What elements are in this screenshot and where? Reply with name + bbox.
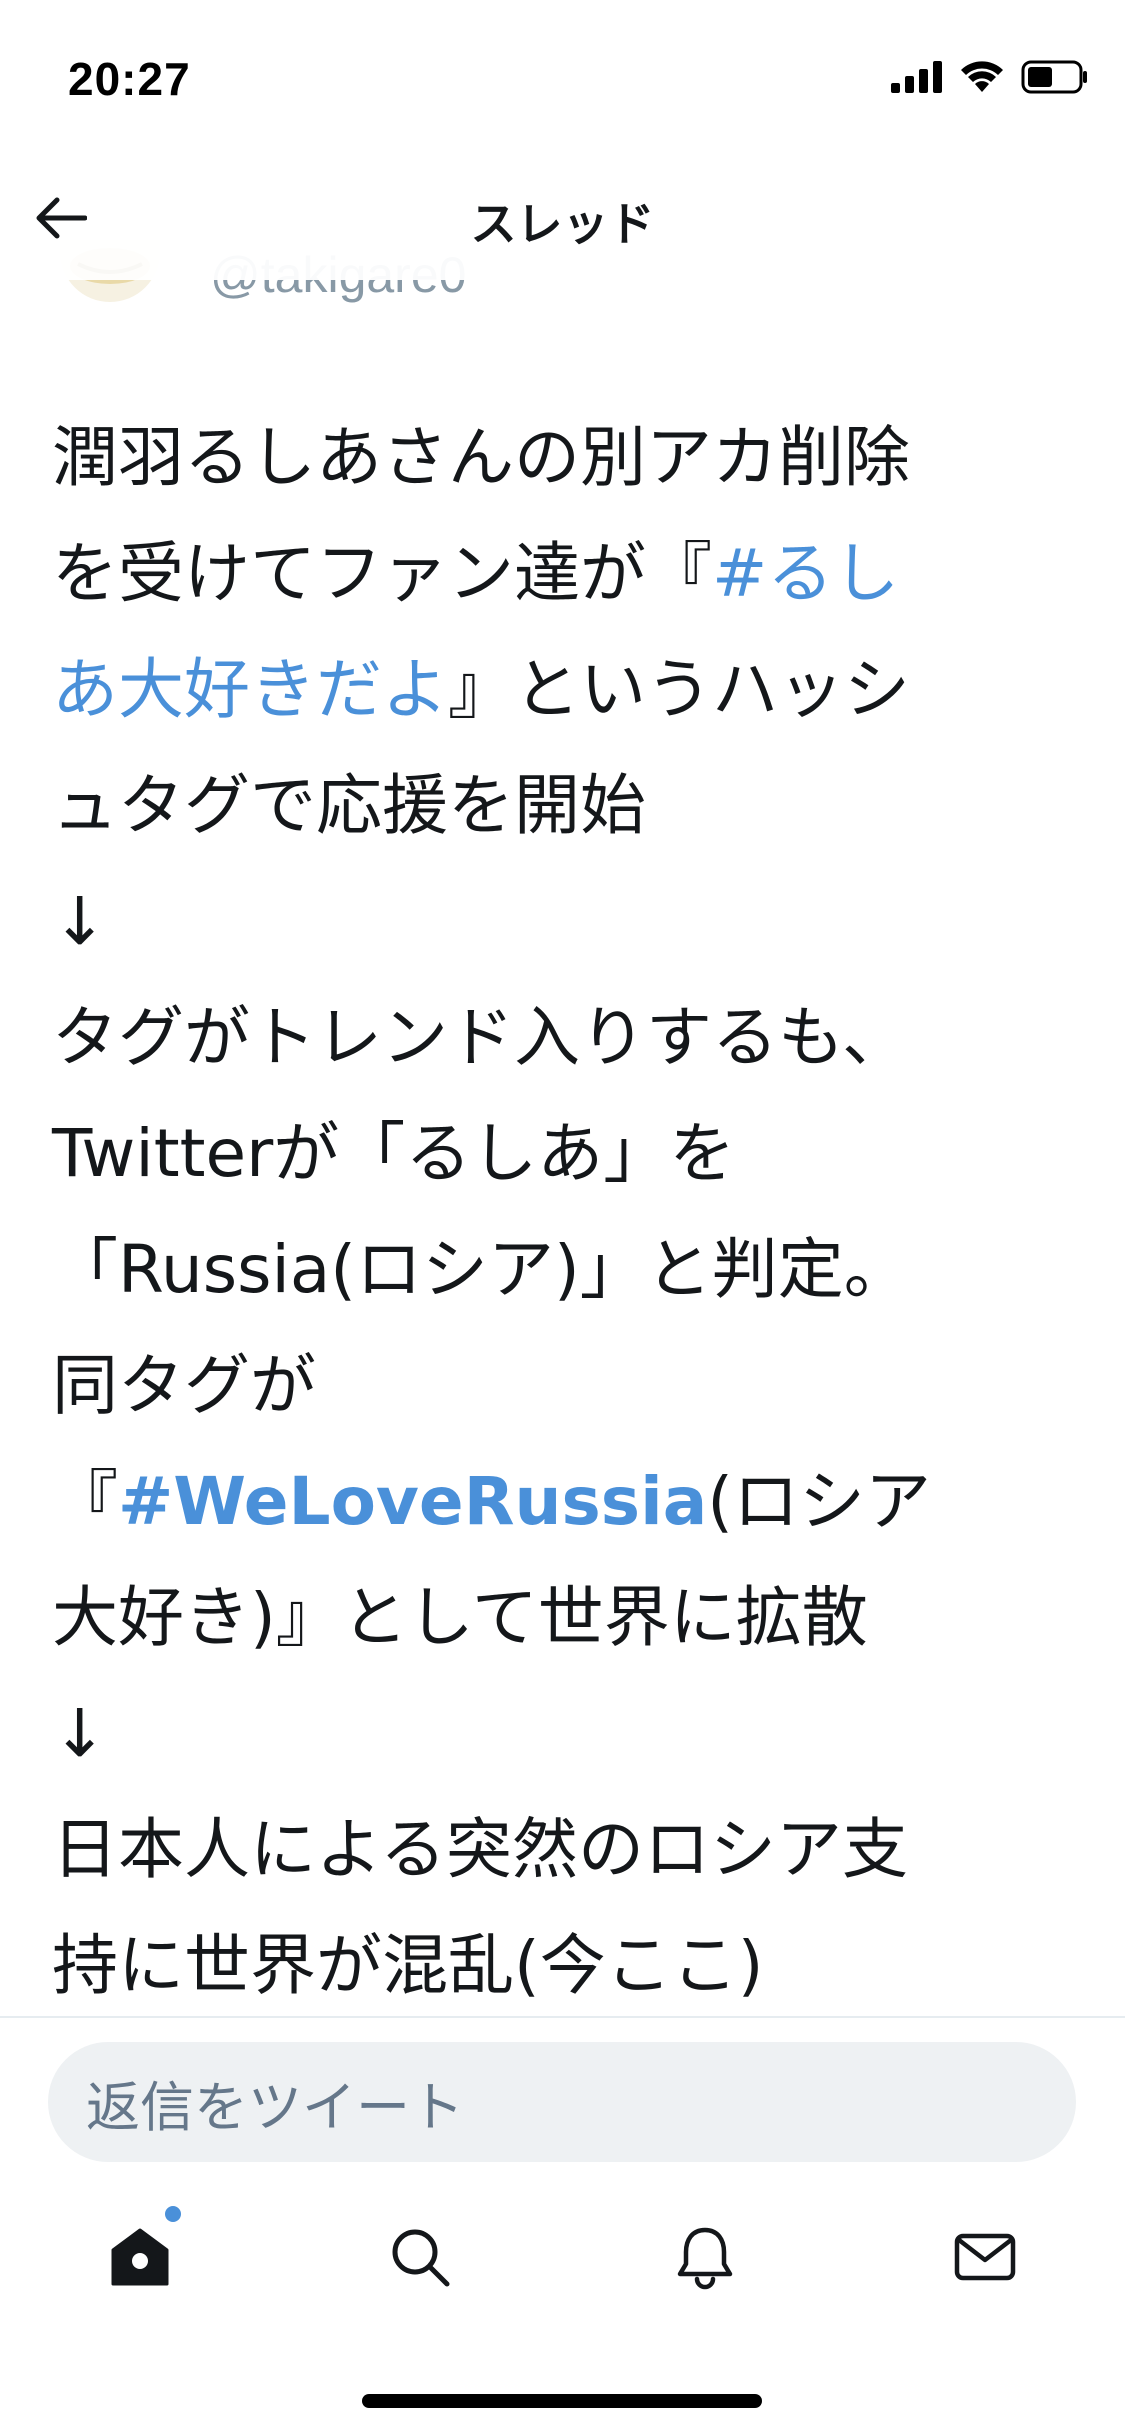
tweet-text-span: 「Russia(ロシア)」と判定。 <box>52 1231 910 1308</box>
hashtag-link[interactable]: あ大好きだよ <box>52 651 448 728</box>
tweet-text-span: ↓ <box>52 883 108 960</box>
tab-messages[interactable] <box>940 2212 1030 2302</box>
tweet-text-span: タグがトレンド入りするも、 <box>52 999 909 1076</box>
tweet-line: ュタグで応援を開始 <box>52 748 1082 864</box>
tweet-text-span: を受けてファン達が『 <box>52 535 712 612</box>
tweet-text-span: ュタグで応援を開始 <box>52 767 646 844</box>
tweet-line: 日本人による突然のロシア支 <box>52 1792 1082 1908</box>
home-indicator[interactable] <box>362 2394 762 2408</box>
tweet-text-span: 』というハッシ <box>448 651 910 728</box>
hashtag-link[interactable]: #WeLoveRussia <box>118 1463 707 1540</box>
notification-dot <box>165 2206 181 2222</box>
search-icon <box>392 2229 450 2287</box>
reply-placeholder: 返信をツイート <box>86 2075 464 2139</box>
tab-home[interactable] <box>95 2206 185 2302</box>
tweet-line: 「Russia(ロシア)」と判定。 <box>52 1212 1082 1328</box>
tab-search[interactable] <box>375 2212 465 2302</box>
tweet-text-span: 持に世界が混乱(今ここ) <box>52 1927 764 2004</box>
tweet-line: 同タグが <box>52 1328 1082 1444</box>
page-title: スレッド <box>470 197 655 251</box>
battery-icon <box>1021 60 1087 94</box>
tweet-line: 『#WeLoveRussia(ロシア <box>52 1444 1082 1560</box>
hashtag-link[interactable]: #るし <box>712 535 899 612</box>
signal-icon <box>891 61 942 93</box>
tweet-line: タグがトレンド入りするも、 <box>52 980 1082 1096</box>
tweet-line: ↓ <box>52 864 1082 980</box>
tweet-line: を受けてファン達が『#るし <box>52 516 1082 632</box>
status-bar: 20:27 <box>0 0 1125 150</box>
tweet-text-span: 大好き)』として世界に拡散 <box>52 1579 868 1656</box>
tweet-text-span: (ロシア <box>707 1463 931 1540</box>
tweet-text-span: 『 <box>52 1463 118 1540</box>
tweet-text-span: 潤羽るしあさんの別アカ削除 <box>52 419 910 496</box>
status-time: 20:27 <box>68 53 191 105</box>
tweet-text-span: ↓ <box>52 1695 108 1772</box>
reply-input[interactable]: 返信をツイート <box>48 2042 1076 2162</box>
tweet-line: Twitterが「るしあ」を <box>52 1096 1082 1212</box>
tweet-line: 持に世界が混乱(今ここ) <box>52 1908 1082 2024</box>
tweet-line: 潤羽るしあさんの別アカ削除 <box>52 400 1082 516</box>
wifi-icon <box>961 61 1003 92</box>
status-icons <box>891 60 1089 94</box>
tab-bar <box>0 2200 1125 2320</box>
tweet-text: 潤羽るしあさんの別アカ削除 を受けてファン達が『#るし あ大好きだよ』というハッシュ… <box>52 400 1082 2024</box>
tweet-text-span: Twitterが「るしあ」を <box>52 1115 736 1192</box>
home-icon <box>111 2228 169 2286</box>
tweet-line: ↓ <box>52 1676 1082 1792</box>
tweet-text-span: 日本人による突然のロシア支 <box>52 1811 909 1888</box>
mail-icon <box>954 2233 1016 2281</box>
tab-notifications[interactable] <box>660 2212 750 2302</box>
bell-icon <box>677 2227 733 2290</box>
thread-header: スレッド <box>0 150 710 280</box>
tweet-line: 大好き)』として世界に拡散 <box>52 1560 1082 1676</box>
tweet-text-span: 同タグが <box>52 1347 316 1424</box>
tweet-line: あ大好きだよ』というハッシ <box>52 632 1082 748</box>
